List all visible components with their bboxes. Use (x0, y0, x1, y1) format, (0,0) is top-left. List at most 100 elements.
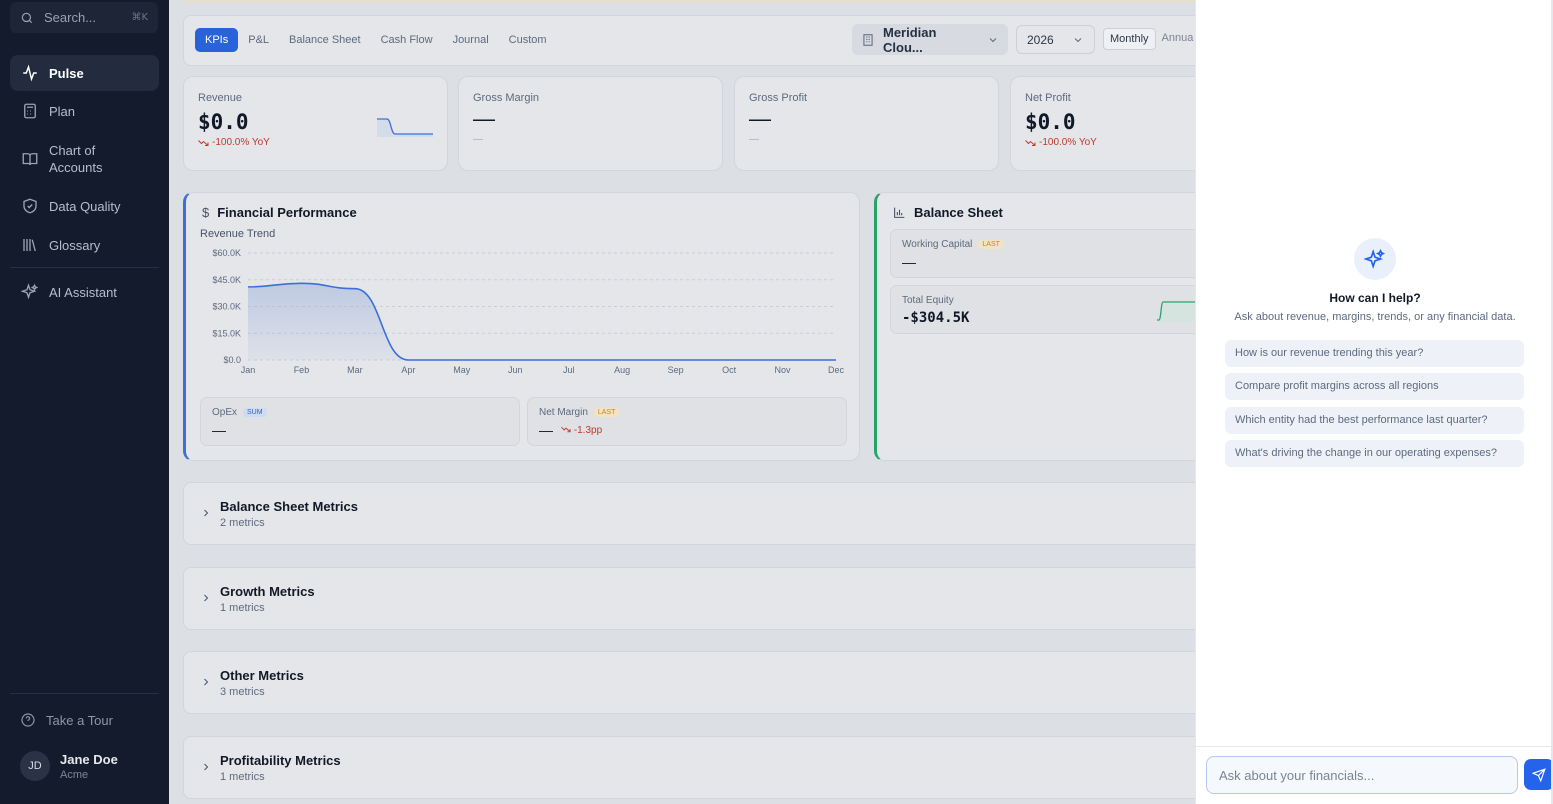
take-a-tour-button[interactable]: Take a Tour (20, 712, 113, 728)
section-other-metrics[interactable]: Other Metrics 3 metrics (183, 651, 1195, 714)
total-equity-sparkline (1157, 301, 1195, 322)
nav-label: Data Quality (49, 198, 121, 214)
section-balance-sheet-metrics[interactable]: Balance Sheet Metrics 2 metrics (183, 482, 1195, 545)
suggestion-chip[interactable]: How is our revenue trending this year? (1225, 340, 1524, 367)
kpi-trend-text: -100.0% YoY (1039, 137, 1097, 148)
kpi-trend-text: -100.0% YoY (212, 137, 270, 148)
year-value: 2026 (1027, 32, 1054, 47)
section-growth-metrics[interactable]: Growth Metrics 1 metrics (183, 567, 1195, 630)
balance-sheet-panel: Balance Sheet Working Capital LAST — Tot… (874, 192, 1195, 461)
kpi-card-revenue[interactable]: Revenue $0.0 -100.0% YoY (183, 76, 448, 171)
send-button[interactable] (1524, 759, 1553, 790)
tour-label: Take a Tour (46, 712, 113, 728)
opex-card[interactable]: OpEx SUM — (200, 397, 520, 446)
top-banner-edge (183, 0, 1195, 3)
nav-item-data-quality[interactable]: Data Quality (10, 196, 159, 216)
nav-label: Chart of Accounts (49, 143, 103, 175)
section-profitability-metrics[interactable]: Profitability Metrics 1 metrics (183, 736, 1195, 799)
entity-name: Meridian Clou... (883, 24, 937, 55)
trend-down-icon (561, 426, 571, 432)
kpi-trend: -100.0% YoY (198, 137, 433, 148)
year-selector[interactable]: 2026 (1016, 25, 1095, 54)
nav-item-plan[interactable]: Plan (10, 101, 159, 121)
section-title: Growth Metrics (220, 584, 315, 599)
period-annual[interactable]: Annua (1156, 28, 1195, 50)
tab-kpis[interactable]: KPIs (195, 28, 239, 52)
revenue-sparkline (377, 118, 433, 137)
kpi-card-gross-profit[interactable]: Gross Profit — — (734, 76, 999, 171)
kpi-label: Gross Margin (473, 92, 540, 104)
revenue-area (248, 283, 836, 360)
working-capital-value: — (902, 254, 916, 270)
tab-cash-flow[interactable]: Cash Flow (371, 28, 443, 52)
net-margin-label-row: Net Margin LAST (539, 407, 835, 418)
kpi-label: Gross Profit (749, 92, 808, 104)
suggestion-chip[interactable]: Compare profit margins across all region… (1225, 373, 1524, 400)
period-monthly[interactable]: Monthly (1103, 28, 1156, 50)
user-org: Acme (60, 768, 89, 781)
toolbar: KPIs P&L Balance Sheet Cash Flow Journal… (183, 15, 1195, 66)
x-tick-label: Aug (614, 365, 630, 375)
kpi-card-gross-margin[interactable]: Gross Margin — — (458, 76, 723, 171)
x-tick-label: Dec (828, 365, 845, 375)
kpi-card-net-profit[interactable]: Net Profit $0.0 -100.0% YoY (1010, 76, 1195, 171)
net-margin-card[interactable]: Net Margin LAST — -1.3pp (527, 397, 847, 446)
y-tick-label: $0.0 (223, 355, 241, 365)
trend-down-icon (198, 139, 209, 146)
section-count: 3 metrics (220, 686, 265, 698)
suggestion-chip[interactable]: What's driving the change in our operati… (1225, 440, 1524, 467)
section-title: Other Metrics (220, 668, 304, 683)
total-equity-card[interactable]: Total Equity -$304.5K (890, 285, 1195, 334)
tab-custom[interactable]: Custom (499, 28, 557, 52)
main-content: KPIs P&L Balance Sheet Cash Flow Journal… (169, 0, 1195, 804)
search-box[interactable]: Search... ⌘K (10, 2, 158, 33)
net-margin-trend: -1.3pp (561, 425, 602, 436)
nav-label: Plan (49, 103, 76, 119)
total-equity-value: -$304.5K (902, 310, 970, 326)
trend-down-icon (1025, 139, 1036, 146)
sparkles-icon (1364, 248, 1386, 269)
y-tick-label: $30.0K (212, 302, 241, 312)
nav-item-glossary[interactable]: Glossary (10, 235, 159, 255)
library-icon (23, 239, 36, 252)
x-tick-label: Jan (241, 365, 256, 375)
working-capital-label-row: Working Capital LAST (902, 239, 1195, 250)
net-margin-trend-text: -1.3pp (573, 424, 603, 436)
ai-title: How can I help? (1329, 291, 1421, 305)
user-menu[interactable]: JD Jane Doe Acme (20, 751, 118, 781)
chevron-right-icon (204, 763, 209, 771)
x-tick-label: Feb (294, 365, 310, 375)
panel-title: Balance Sheet (893, 205, 1003, 220)
sidebar-divider (10, 693, 159, 694)
nav-label: Glossary (49, 237, 101, 253)
net-margin-value: — (539, 422, 553, 438)
sidebar-divider (10, 267, 159, 268)
help-circle-icon (21, 713, 35, 727)
period-toggle: Monthly Annua (1103, 28, 1195, 50)
nav-item-chart-of-accounts[interactable]: Chart of Accounts (10, 141, 159, 177)
nav-item-ai-assistant[interactable]: AI Assistant (10, 282, 159, 302)
ai-subtitle: Ask about revenue, margins, trends, or a… (1234, 311, 1516, 323)
suggestion-chip[interactable]: Which entity had the best performance la… (1225, 407, 1524, 434)
balance-sheet-title: Balance Sheet (914, 205, 1003, 220)
x-tick-label: May (453, 365, 471, 375)
avatar: JD (20, 751, 50, 781)
working-capital-card[interactable]: Working Capital LAST — (890, 229, 1195, 278)
nav-item-pulse[interactable]: Pulse (10, 55, 159, 91)
chevron-down-icon (1074, 37, 1082, 42)
x-tick-label: Nov (775, 365, 792, 375)
opex-label-row: OpEx SUM (212, 407, 508, 418)
building-icon (863, 33, 873, 46)
entity-selector[interactable]: Meridian Clou... (852, 24, 1008, 55)
x-tick-label: Mar (347, 365, 363, 375)
x-tick-label: Jul (563, 365, 575, 375)
opex-label: OpEx (212, 407, 238, 418)
section-title: Balance Sheet Metrics (220, 499, 359, 514)
chevron-right-icon (204, 509, 209, 517)
ai-chat-input[interactable] (1206, 756, 1518, 794)
tab-journal[interactable]: Journal (443, 28, 499, 52)
section-count: 1 metrics (220, 771, 265, 783)
tab-pnl[interactable]: P&L (238, 28, 279, 52)
financial-performance-panel: $ Financial Performance Revenue Trend $6… (183, 192, 860, 461)
tab-balance-sheet[interactable]: Balance Sheet (279, 28, 371, 52)
